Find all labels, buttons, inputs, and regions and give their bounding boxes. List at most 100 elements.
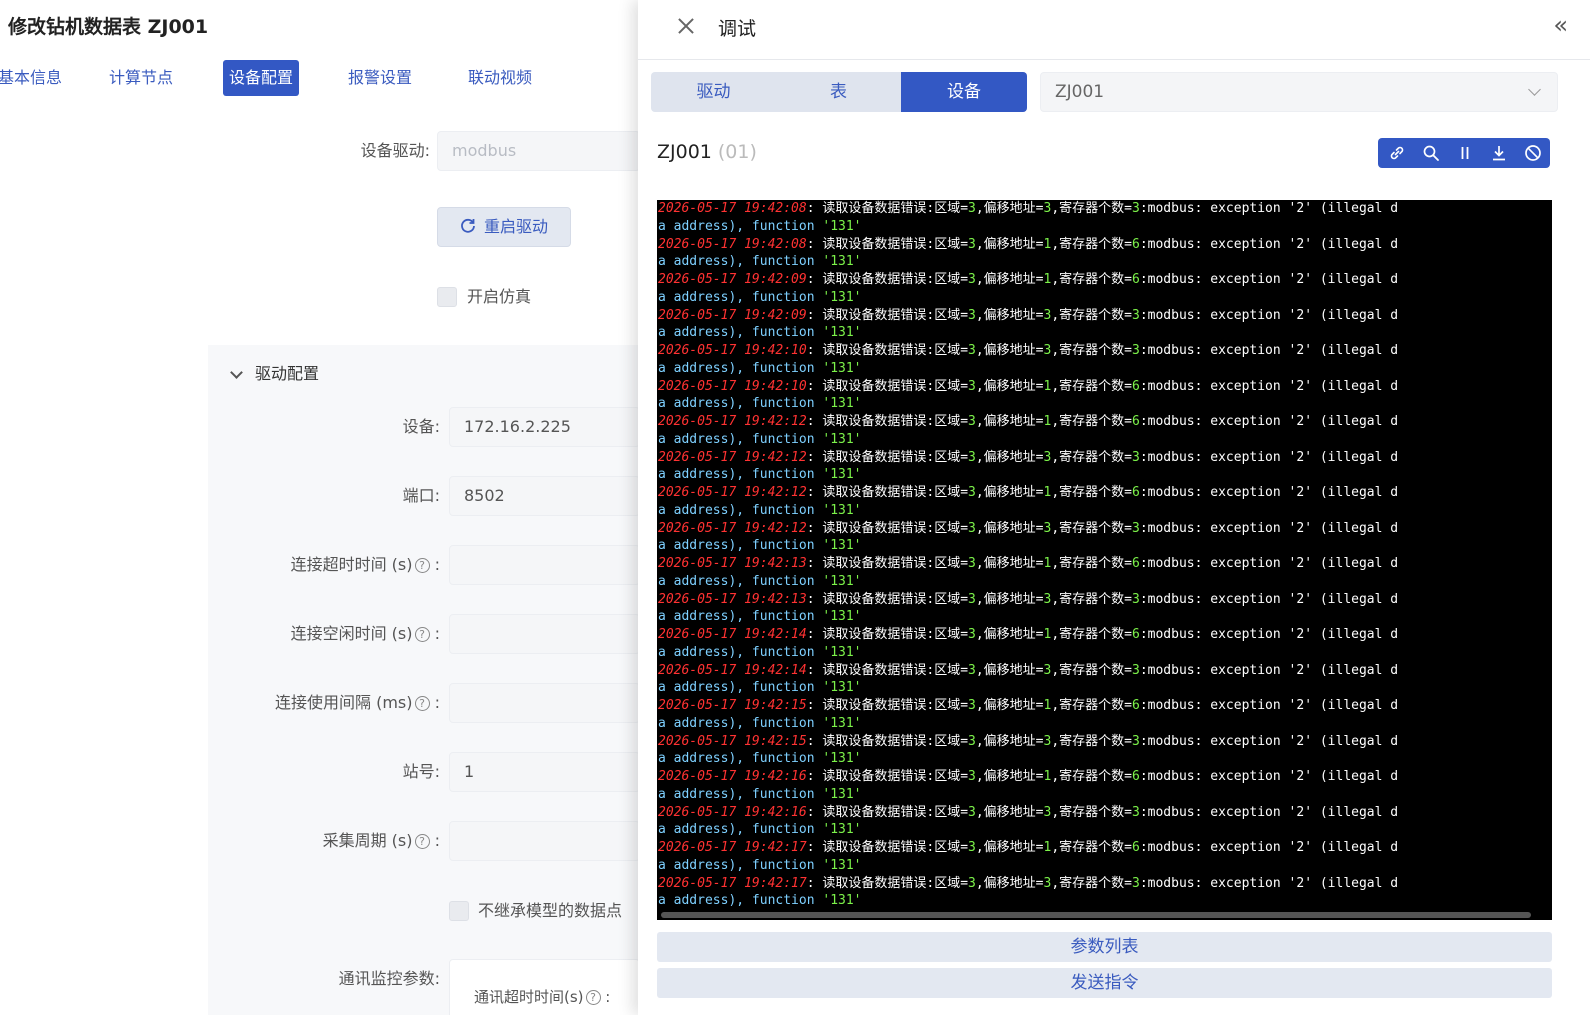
field-connect-timeout-input[interactable] <box>449 545 640 585</box>
log-wrap-function: function <box>751 325 815 340</box>
log-message: : 读取设备数据错误:区域= <box>806 734 969 749</box>
log-tail: :modbus: exception '2' (illegal d <box>1139 769 1399 784</box>
log-offset-label: ,偏移地址= <box>975 840 1044 855</box>
log-message: : 读取设备数据错误:区域= <box>806 414 969 429</box>
log-message: : 读取设备数据错误:区域= <box>806 343 969 358</box>
log-area: 3 <box>968 414 976 429</box>
log-wrap-function: function <box>751 396 815 411</box>
log-line-wrap: a address), function '131' <box>658 679 862 697</box>
monitor-row: 通讯监控参数: 通讯超时时间(s)? : <box>0 959 640 1015</box>
log-count-label: ,寄存器个数= <box>1051 272 1132 287</box>
field-port-input[interactable]: 8502 <box>449 476 640 516</box>
log-line-wrap: a address), function '131' <box>658 324 862 342</box>
log-scrollbar[interactable] <box>661 912 1531 918</box>
device-select[interactable]: ZJ001 <box>1040 72 1558 112</box>
tab-device-config[interactable]: 设备配置 <box>223 60 300 96</box>
device-select-value: ZJ001 <box>1055 82 1105 102</box>
pause-icon[interactable] <box>1448 138 1482 168</box>
help-icon[interactable]: ? <box>414 558 430 573</box>
help-icon[interactable]: ? <box>585 990 601 1005</box>
segment-driver[interactable]: 驱动 <box>651 72 776 112</box>
log-area: 3 <box>968 379 976 394</box>
tab-alarm-settings[interactable]: 报警设置 <box>342 60 418 96</box>
log-wrap-address: a address), <box>658 893 752 908</box>
log-tail: :modbus: exception '2' (illegal d <box>1139 379 1399 394</box>
log-timestamp: 2026-05-17 19:42:12 <box>658 521 807 536</box>
field-idle-time-input[interactable] <box>449 614 640 654</box>
log-timestamp: 2026-05-17 19:42:15 <box>658 734 807 749</box>
segment-device[interactable]: 设备 <box>901 72 1027 112</box>
help-icon[interactable]: ? <box>414 627 430 642</box>
log-timestamp: 2026-05-17 19:42:15 <box>658 698 807 713</box>
log-wrap-address: a address), <box>658 680 752 695</box>
field-use-interval-input[interactable] <box>449 683 640 723</box>
log-message: : 读取设备数据错误:区域= <box>806 485 969 500</box>
log-terminal[interactable]: 2026-05-17 19:42:08: 读取设备数据错误:区域=3,偏移地址=… <box>657 200 1552 920</box>
log-message: : 读取设备数据错误:区域= <box>806 592 969 607</box>
log-count: 3 <box>1132 734 1140 749</box>
tab-basic-info[interactable]: 基本信息 <box>0 60 68 96</box>
log-line-wrap: a address), function '131' <box>658 857 862 875</box>
close-icon[interactable] <box>674 14 698 38</box>
field-device-input[interactable]: 172.16.2.225 <box>449 407 640 447</box>
log-line: 2026-05-17 19:42:12: 读取设备数据错误:区域=3,偏移地址=… <box>658 484 1398 502</box>
field-collect-period-input[interactable] <box>449 821 640 861</box>
log-count: 6 <box>1132 556 1140 571</box>
log-wrap-address: a address), <box>658 467 752 482</box>
log-count: 6 <box>1132 379 1140 394</box>
log-wrap-code: '131' <box>814 290 862 305</box>
log-tail: :modbus: exception '2' (illegal d <box>1139 592 1399 607</box>
log-area: 3 <box>968 805 976 820</box>
log-area: 3 <box>968 556 976 571</box>
driver-label: 设备驱动: <box>360 141 430 160</box>
search-icon[interactable] <box>1414 138 1448 168</box>
log-count-label: ,寄存器个数= <box>1051 805 1132 820</box>
help-icon[interactable]: ? <box>414 834 430 849</box>
field-station-input[interactable]: 1 <box>449 752 640 792</box>
log-count-label: ,寄存器个数= <box>1051 769 1132 784</box>
log-wrap-function: function <box>751 680 815 695</box>
log-count: 6 <box>1132 272 1140 287</box>
restart-driver-button[interactable]: 重启驱动 <box>437 207 571 247</box>
tab-linked-video[interactable]: 联动视频 <box>462 60 538 96</box>
segment-table[interactable]: 表 <box>776 72 901 112</box>
log-line: 2026-05-17 19:42:08: 读取设备数据错误:区域=3,偏移地址=… <box>658 236 1398 254</box>
no-inherit-checkbox[interactable] <box>449 901 469 921</box>
log-timestamp: 2026-05-17 19:42:08 <box>658 237 807 252</box>
help-icon[interactable]: ? <box>414 696 430 711</box>
log-line-wrap: a address), function '131' <box>658 431 862 449</box>
field-station: 站号: 1 <box>0 752 640 792</box>
device-heading: ZJ001 (01) <box>657 141 757 163</box>
log-wrap-address: a address), <box>658 396 752 411</box>
drawer-divider <box>638 59 1590 60</box>
send-command-button[interactable]: 发送指令 <box>657 968 1552 998</box>
log-wrap-function: function <box>751 858 815 873</box>
log-line-wrap: a address), function '131' <box>658 253 862 271</box>
simulate-checkbox[interactable] <box>437 287 457 307</box>
log-wrap-function: function <box>751 751 815 766</box>
clear-icon[interactable] <box>1516 138 1550 168</box>
double-chevron-left-icon[interactable]: « <box>1553 13 1568 37</box>
log-line: 2026-05-17 19:42:17: 读取设备数据错误:区域=3,偏移地址=… <box>658 875 1398 893</box>
log-wrap-function: function <box>751 787 815 802</box>
log-wrap-code: '131' <box>814 254 862 269</box>
log-wrap-function: function <box>751 361 815 376</box>
log-area: 3 <box>968 734 976 749</box>
log-tail: :modbus: exception '2' (illegal d <box>1139 556 1399 571</box>
log-timestamp: 2026-05-17 19:42:16 <box>658 769 807 784</box>
download-icon[interactable] <box>1482 138 1516 168</box>
log-offset-label: ,偏移地址= <box>975 876 1044 891</box>
tab-compute-nodes[interactable]: 计算节点 <box>103 60 179 96</box>
log-timestamp: 2026-05-17 19:42:09 <box>658 308 807 323</box>
log-wrap-code: '131' <box>814 822 862 837</box>
driver-input[interactable]: modbus <box>437 131 640 171</box>
link-icon[interactable] <box>1380 138 1414 168</box>
refresh-icon <box>460 210 476 248</box>
log-wrap-address: a address), <box>658 361 752 376</box>
param-list-button[interactable]: 参数列表 <box>657 932 1552 962</box>
log-line-wrap: a address), function '131' <box>658 644 862 662</box>
log-wrap-code: '131' <box>814 503 862 518</box>
log-tail: :modbus: exception '2' (illegal d <box>1139 237 1399 252</box>
driver-config-header[interactable]: 驱动配置 <box>228 362 319 386</box>
log-tail: :modbus: exception '2' (illegal d <box>1139 521 1399 536</box>
